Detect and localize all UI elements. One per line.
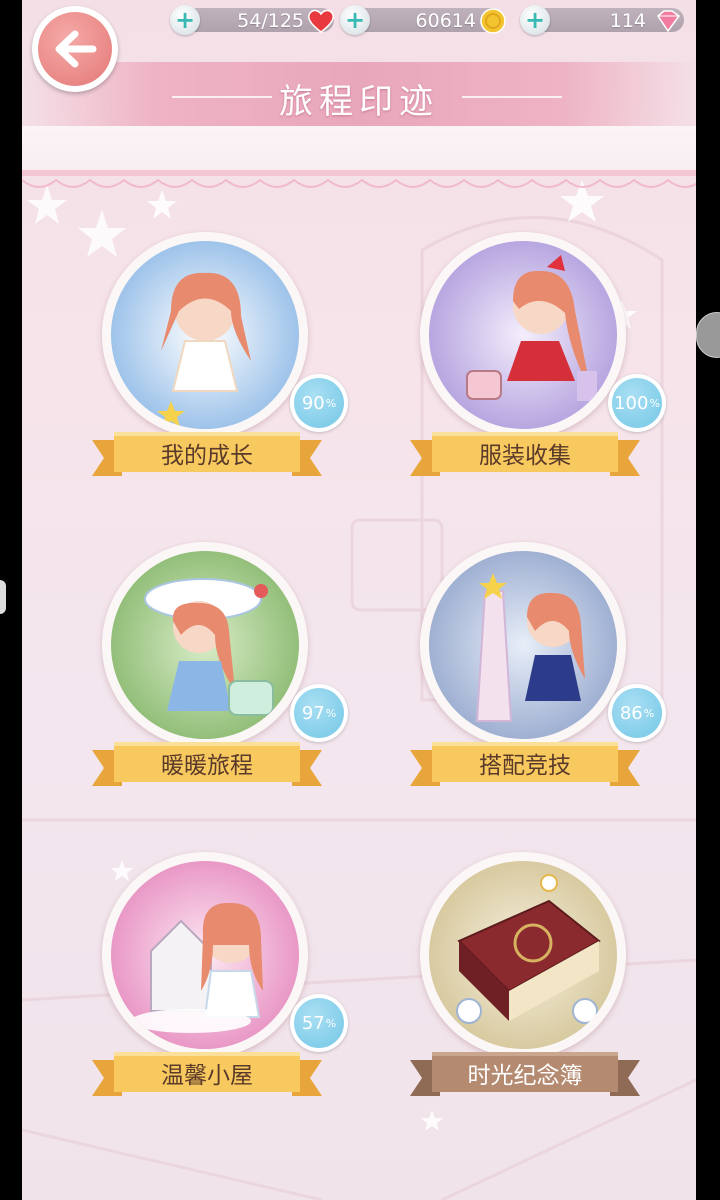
- card-label: 温馨小屋: [161, 1063, 253, 1089]
- card-styling-contest[interactable]: 86% 搭配竞技: [410, 542, 666, 812]
- progress-badge: 97%: [290, 684, 348, 742]
- card-illustration: [111, 861, 299, 1049]
- heart-icon: [308, 9, 334, 33]
- progress-value: 57: [301, 1012, 325, 1034]
- progress-value: 100: [614, 392, 649, 414]
- stamina-value: 54/125: [237, 10, 304, 32]
- add-coins-button[interactable]: +: [340, 5, 370, 35]
- progress-unit: %: [325, 396, 337, 410]
- card-label: 搭配竞技: [479, 753, 571, 779]
- progress-badge: 57%: [290, 994, 348, 1052]
- card-circle: [102, 542, 308, 748]
- lace-border: [22, 170, 696, 188]
- add-diamonds-button[interactable]: +: [520, 5, 550, 35]
- progress-unit: %: [643, 706, 655, 720]
- back-button-face: [38, 12, 112, 86]
- coins-value: 60614: [415, 10, 476, 32]
- progress-value: 86: [619, 702, 643, 724]
- card-label: 服装收集: [479, 443, 571, 469]
- add-stamina-button[interactable]: +: [170, 5, 200, 35]
- diamonds-resource: + 114: [520, 5, 690, 35]
- progress-badge: 86%: [608, 684, 666, 742]
- card-illustration: [111, 551, 299, 739]
- diamonds-value: 114: [609, 10, 646, 32]
- back-arrow-icon: [55, 30, 97, 68]
- gold-coin-icon: [480, 8, 506, 34]
- coins-resource: + 60614: [340, 5, 510, 35]
- card-my-growth[interactable]: 90% 我的成长: [92, 232, 348, 502]
- floating-pen-button[interactable]: [696, 312, 720, 358]
- side-handle[interactable]: [0, 580, 6, 614]
- progress-value: 90: [301, 392, 325, 414]
- progress-unit: %: [325, 706, 337, 720]
- card-outfit-collection[interactable]: 100% 服装收集: [410, 232, 666, 502]
- card-nikki-journey[interactable]: 97% 暖暖旅程: [92, 542, 348, 812]
- progress-unit: %: [649, 396, 660, 410]
- progress-value: 97: [301, 702, 325, 724]
- card-circle: [420, 852, 626, 1058]
- card-circle: [420, 542, 626, 748]
- card-illustration: [111, 241, 299, 429]
- back-button[interactable]: [32, 6, 118, 92]
- card-label: 我的成长: [161, 443, 253, 469]
- card-illustration: [429, 861, 617, 1049]
- card-illustration: [429, 551, 617, 739]
- stamina-resource: + 54/125: [170, 5, 340, 35]
- card-circle: [102, 232, 308, 438]
- progress-badge: 100%: [608, 374, 666, 432]
- card-label: 暖暖旅程: [161, 753, 253, 779]
- progress-unit: %: [325, 1016, 337, 1030]
- card-memory-album[interactable]: 时光纪念簿: [410, 852, 640, 1122]
- card-illustration: [429, 241, 617, 429]
- card-circle: [420, 232, 626, 438]
- game-screen: 旅程印迹 + 54/125 + 60614 + 114 90 % 我的成长 10…: [22, 0, 696, 1200]
- card-cozy-house[interactable]: 57% 温馨小屋: [92, 852, 348, 1122]
- progress-badge: 90%: [290, 374, 348, 432]
- diamond-icon: [657, 10, 681, 33]
- card-label: 时光纪念簿: [467, 1063, 583, 1089]
- card-circle: [102, 852, 308, 1058]
- page-title: 旅程印迹: [279, 82, 439, 122]
- header-strip: [22, 126, 696, 172]
